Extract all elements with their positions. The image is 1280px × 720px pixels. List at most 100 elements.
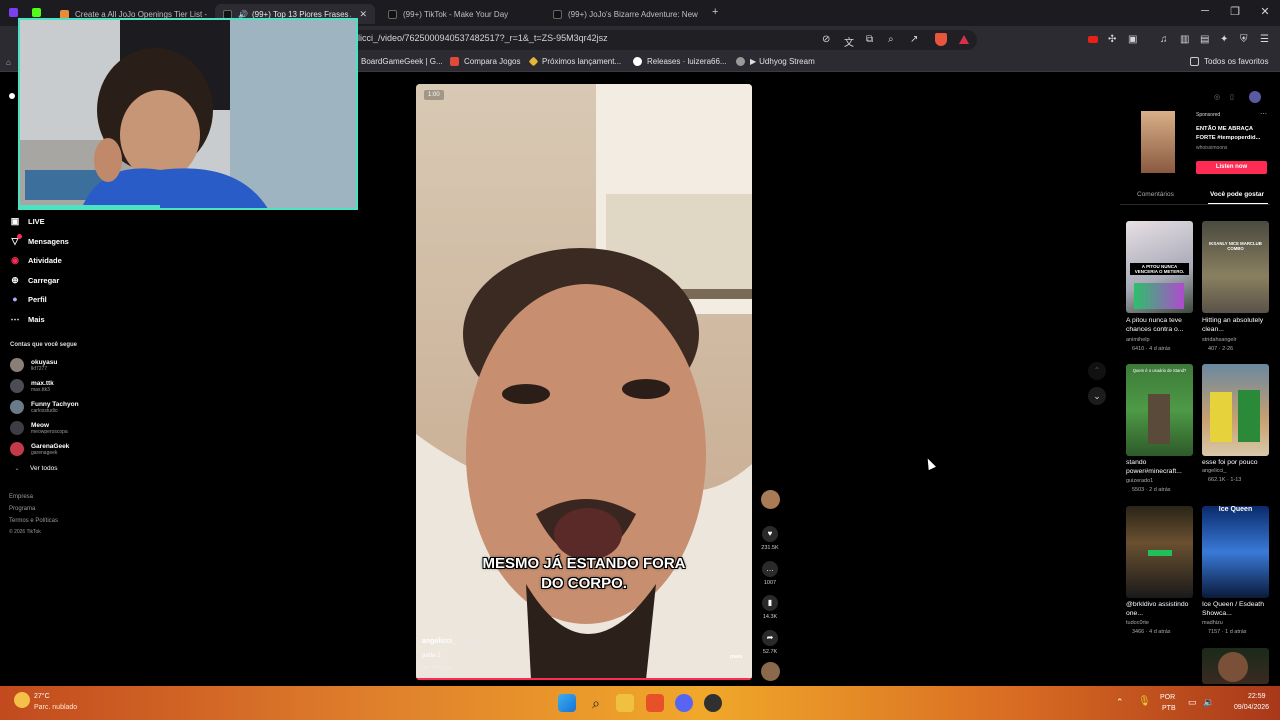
tray-chevron-icon[interactable]: ⌃	[1116, 697, 1124, 708]
brave-taskbar-icon[interactable]	[646, 694, 664, 712]
card-title[interactable]: @brkldivo assistindo one...	[1126, 600, 1192, 618]
save-button[interactable]: ▮ 14.3K	[760, 595, 780, 620]
card-author[interactable]: animihelp	[1126, 337, 1150, 343]
ai-icon[interactable]: ✦	[1220, 34, 1228, 45]
volume-icon[interactable]: 🔉	[1203, 697, 1214, 708]
video-card-thumbnail[interactable]: A PITOU NUNCA VENCERIA O METERO.	[1126, 221, 1193, 313]
nav-profile[interactable]: ● Perfil	[10, 294, 46, 304]
open-external-icon[interactable]: ⧉	[866, 34, 873, 45]
lang-1[interactable]: POR	[1160, 694, 1175, 701]
close-tab-icon[interactable]: ✕	[359, 9, 367, 20]
following-item[interactable]: max.ttk max.ttk3	[10, 379, 54, 393]
minimize-icon[interactable]: ─	[1190, 5, 1220, 17]
nav-upload[interactable]: ⊕ Carregar	[10, 275, 59, 286]
start-icon[interactable]	[558, 694, 576, 712]
video-player[interactable]: 1:00 MESMO JÁ ESTANDO FORA DO CORPO. ang…	[416, 84, 752, 680]
tab-jojo-game[interactable]: (99+) JoJo's Bizarre Adventure: New	[545, 4, 705, 24]
following-item[interactable]: GarenaGeek garenageek	[10, 442, 69, 456]
clock-time[interactable]: 22:59	[1248, 693, 1266, 700]
sidebar-toggle-icon[interactable]: ▥	[1180, 34, 1189, 45]
wallet-icon[interactable]: ▤	[1200, 34, 1209, 45]
tab-tiktok-home[interactable]: (99+) TikTok - Make Your Day	[380, 4, 540, 24]
lang-2[interactable]: PTB	[1162, 705, 1176, 712]
sidebar-dot-icon[interactable]	[9, 93, 15, 99]
close-window-icon[interactable]: ✕	[1250, 5, 1280, 18]
vpn-icon[interactable]: ⛨	[1240, 34, 1248, 45]
ad-cta-button[interactable]: Listen now	[1196, 161, 1267, 174]
card-title[interactable]: Hitting an absolutely clean...	[1202, 316, 1268, 334]
discord-icon[interactable]	[675, 694, 693, 712]
bookmark-udhyog[interactable]: ▶ Udhyog Stream	[736, 57, 815, 66]
share-button[interactable]: ➦ 52.7K	[760, 630, 780, 655]
media-icon[interactable]: ♫	[1160, 34, 1168, 45]
ad-thumbnail[interactable]	[1141, 111, 1175, 173]
nav-live[interactable]: ▣ LIVE	[10, 216, 45, 227]
following-item[interactable]: okuyasu lkf7277	[10, 358, 57, 372]
card-author[interactable]: angelicci_	[1202, 468, 1226, 474]
all-bookmarks[interactable]: Todos os favoritos	[1190, 57, 1268, 66]
right-copy-icon[interactable]: ▯	[1230, 93, 1234, 101]
kick-icon[interactable]	[32, 8, 41, 17]
card-title[interactable]: esse foi por pouco	[1202, 458, 1268, 467]
card-title[interactable]: stando power#minecraft...	[1126, 458, 1192, 476]
right-settings-icon[interactable]: ◎	[1214, 93, 1220, 101]
card-author[interactable]: tudoc0rte	[1126, 620, 1149, 626]
like-button[interactable]: ♥ 231.5K	[760, 526, 780, 551]
search-icon[interactable]: ⌕	[587, 694, 605, 712]
share-icon[interactable]: ↗	[910, 34, 918, 45]
brave-menu-icon[interactable]	[9, 8, 18, 17]
ad-more-icon[interactable]: ⋯	[1260, 110, 1267, 118]
card-author[interactable]: guizerado1	[1126, 478, 1153, 484]
weather-icon[interactable]	[14, 692, 30, 708]
translate-icon[interactable]: 文	[844, 34, 854, 49]
footer-program[interactable]: Programa	[9, 506, 35, 512]
footer-terms[interactable]: Termos e Políticas	[9, 518, 58, 524]
see-all-link[interactable]: ⌄ Ver todos	[10, 465, 57, 472]
network-icon[interactable]: ▭	[1188, 697, 1197, 708]
nav-activity[interactable]: ◉ Atividade	[10, 255, 62, 266]
video-card-thumbnail[interactable]: Ice Queen	[1202, 506, 1269, 598]
video-card-thumbnail[interactable]: Quem é o usuário de Stand?	[1126, 364, 1193, 456]
url-text[interactable]: licci_/video/7625000940537482517?_r=1&_t…	[358, 33, 608, 43]
card-author[interactable]: stridahsangelr	[1202, 337, 1237, 343]
extensions-icon[interactable]: ✣	[1108, 34, 1116, 45]
video-author[interactable]: angelicci_	[422, 638, 456, 645]
following-item[interactable]: Funny Tachyon carlosstudio	[10, 400, 79, 414]
maximize-icon[interactable]: ❐	[1220, 5, 1250, 18]
file-explorer-icon[interactable]	[616, 694, 634, 712]
creator-avatar[interactable]	[760, 490, 780, 509]
brave-shields-icon[interactable]	[935, 33, 947, 46]
tab-you-may-like[interactable]: Você pode gostar	[1210, 191, 1264, 198]
clock-date[interactable]: 09/04/2026	[1234, 704, 1269, 711]
zoom-icon[interactable]: ⌕	[888, 34, 894, 45]
video-card-thumbnail[interactable]: IKSANLY NICE MARCLUB COMBO	[1202, 221, 1269, 313]
card-title[interactable]: A pitou nunca teve chances contra o...	[1126, 316, 1192, 334]
following-item[interactable]: Meow meowperoscopa	[10, 421, 68, 435]
video-card-thumbnail[interactable]	[1126, 506, 1193, 598]
bookmark-releases[interactable]: Releases · luizera66...	[633, 57, 727, 66]
next-video-button[interactable]: ⌄	[1088, 387, 1106, 405]
video-card-thumbnail[interactable]	[1202, 648, 1269, 684]
obs-icon[interactable]	[704, 694, 722, 712]
sidebar-home-icon[interactable]: ⌂	[6, 58, 11, 67]
no-tracking-icon[interactable]: ⊘	[822, 34, 830, 45]
new-tab-icon[interactable]: +	[712, 6, 718, 18]
footer-company[interactable]: Empresa	[9, 494, 33, 500]
brave-rewards-icon[interactable]	[959, 35, 969, 44]
bookmark-compara-jogos[interactable]: Compara Jogos	[450, 57, 520, 66]
tab-comments[interactable]: Comentários	[1137, 191, 1174, 198]
prev-video-button[interactable]: ⌃	[1088, 362, 1106, 380]
card-title[interactable]: Ice Queen / Esdeath Showca...	[1202, 600, 1268, 618]
more-link[interactable]: mais	[730, 654, 743, 660]
bookmark-boardgamegeek[interactable]: BoardGameGeek | G...	[361, 57, 443, 66]
youtube-ext-icon[interactable]	[1088, 36, 1098, 43]
weather-temp[interactable]: 27°C	[34, 693, 50, 700]
comment-button[interactable]: … 1007	[760, 561, 780, 586]
bookmark-proximos[interactable]: Próximos lançament...	[528, 56, 621, 67]
nav-more[interactable]: ⋯ Mais	[10, 314, 45, 325]
video-card-thumbnail[interactable]	[1202, 364, 1269, 456]
ad-title[interactable]: ENTÃO ME ABRAÇA FORTE #tempoperdid...	[1196, 125, 1268, 143]
right-avatar[interactable]	[1249, 91, 1261, 103]
menu-icon[interactable]: ☰	[1260, 34, 1269, 45]
translate-link[interactable]: Ver tradução	[422, 665, 453, 671]
